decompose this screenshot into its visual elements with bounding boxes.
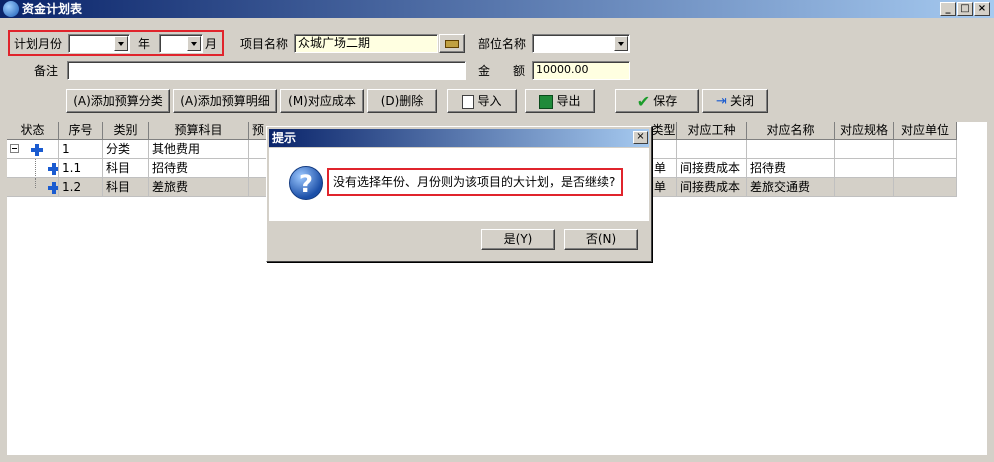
project-name-label: 项目名称 [240,37,289,51]
column-header-type[interactable]: 类型 [651,122,677,140]
column-header-status[interactable]: 状态 [7,122,59,140]
maximize-button[interactable]: □ [957,2,973,16]
plus-icon [48,182,58,194]
app-icon [3,1,19,17]
row-spec [835,159,894,178]
export-label: 导出 [556,94,581,108]
import-button[interactable]: 导入 [447,89,517,113]
row-status [7,178,59,197]
row-partial [249,178,267,197]
row-unit [894,178,957,197]
dialog-body: ? 没有选择年份、月份则为该项目的大计划，是否继续? [269,148,649,221]
dialog-title-bar: 提示 [269,129,649,147]
project-picker-button[interactable] [439,34,465,53]
row-type: 单 [651,178,677,197]
row-status [7,140,59,159]
dialog-message: 没有选择年份、月份则为该项目的大计划，是否继续? [333,175,616,189]
row-type: 单 [651,159,677,178]
collapse-icon[interactable] [10,144,19,153]
window-title: 资金计划表 [22,2,83,16]
plan-month-label: 计划月份 [14,37,63,51]
row-seq: 1.2 [59,178,103,197]
plus-icon [31,144,43,156]
tree-line [35,159,36,177]
row-partial [249,159,267,178]
row-category: 科目 [103,159,149,178]
year-select[interactable] [68,34,130,53]
yes-button[interactable]: 是(Y) [481,229,555,250]
close-button[interactable]: ⇥ 关闭 [702,89,768,113]
dialog-title: 提示 [272,131,297,145]
match-cost-button[interactable]: (M)对应成本 [280,89,364,113]
chevron-down-icon[interactable] [187,36,201,51]
row-name [747,140,835,159]
tree-line [35,178,36,188]
confirm-dialog: 提示 × ? 没有选择年份、月份则为该项目的大计划，是否继续? 是(Y) 否(N… [266,126,652,262]
close-window-button[interactable]: × [974,2,990,16]
import-label: 导入 [477,94,502,108]
row-type [651,140,677,159]
chevron-down-icon[interactable] [614,36,628,51]
row-subject: 招待费 [149,159,249,178]
amount-field[interactable]: 10000.00 [532,61,630,80]
remark-field[interactable] [67,61,466,80]
save-button[interactable]: ✔ 保存 [615,89,699,113]
delete-button[interactable]: (D)删除 [367,89,437,113]
column-header-spec[interactable]: 对应规格 [835,122,894,140]
import-icon [462,94,475,109]
column-header-work[interactable]: 对应工种 [677,122,747,140]
project-name-field[interactable]: 众城广场二期 [294,34,438,53]
row-seq: 1 [59,140,103,159]
column-header-unit[interactable]: 对应单位 [894,122,957,140]
row-unit [894,159,957,178]
window-title-bar: 资金计划表 _ □ × [0,0,994,18]
row-status [7,159,59,178]
column-header-category[interactable]: 类别 [103,122,149,140]
row-subject: 其他费用 [149,140,249,159]
add-detail-button[interactable]: (A)添加预算明细 [173,89,277,113]
dialog-close-icon[interactable]: × [633,131,648,144]
row-spec [835,140,894,159]
question-icon: ? [289,166,323,200]
row-subject: 差旅费 [149,178,249,197]
row-work: 间接费成本 [677,178,747,197]
row-work: 间接费成本 [677,159,747,178]
dept-name-label: 部位名称 [478,37,527,51]
amount-label-1: 金 [478,64,491,78]
save-label: 保存 [653,94,678,108]
month-label: 月 [205,37,218,51]
row-partial [249,140,267,159]
row-unit [894,140,957,159]
month-select[interactable] [159,34,203,53]
row-category: 科目 [103,178,149,197]
dept-name-select[interactable] [532,34,630,53]
checkmark-icon: ✔ [636,91,651,111]
close-label: 关闭 [729,94,754,108]
grid-right-area [957,122,987,197]
row-name: 招待费 [747,159,835,178]
column-header-partial[interactable]: 预 [249,122,267,140]
column-header-seq[interactable]: 序号 [59,122,103,140]
remark-label: 备注 [34,64,59,78]
amount-label-2: 额 [513,64,526,78]
row-name: 差旅交通费 [747,178,835,197]
add-category-button[interactable]: (A)添加预算分类 [66,89,170,113]
year-label: 年 [138,37,151,51]
excel-icon [539,94,554,109]
column-header-subject[interactable]: 预算科目 [149,122,249,140]
chevron-down-icon[interactable] [114,36,128,51]
exit-door-icon: ⇥ [716,93,727,109]
row-spec [835,178,894,197]
pointing-hand-icon [445,39,459,48]
row-category: 分类 [103,140,149,159]
no-button[interactable]: 否(N) [564,229,638,250]
row-seq: 1.1 [59,159,103,178]
column-header-name[interactable]: 对应名称 [747,122,835,140]
minimize-button[interactable]: _ [940,2,956,16]
export-button[interactable]: 导出 [525,89,595,113]
plus-icon [48,163,58,175]
row-work [677,140,747,159]
